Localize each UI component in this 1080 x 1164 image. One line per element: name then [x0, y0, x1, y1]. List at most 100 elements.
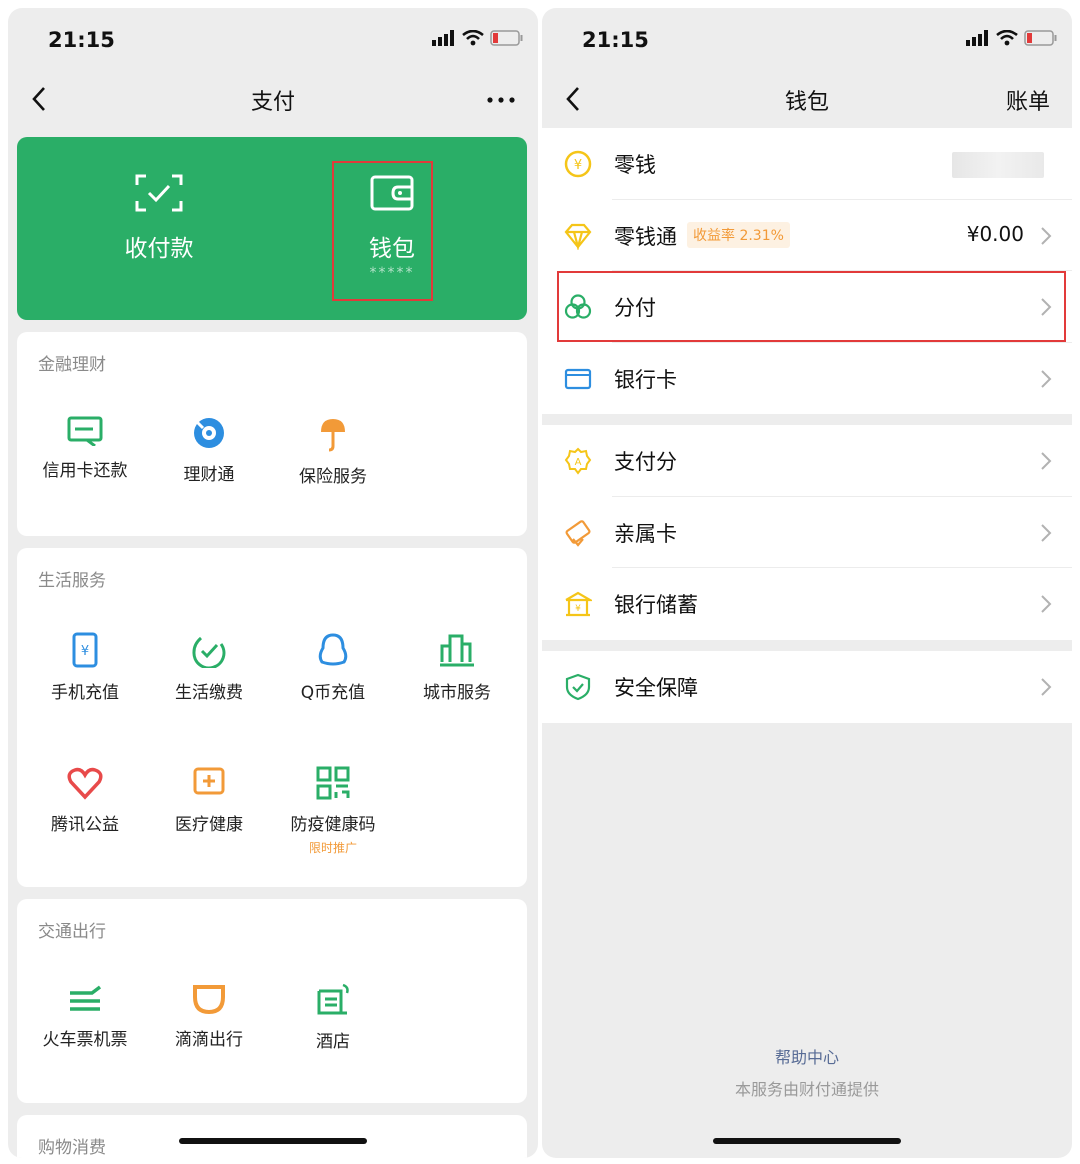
row-change[interactable]: ¥ 零钱: [542, 128, 1072, 200]
grid-item-insurance[interactable]: 保险服务: [271, 416, 395, 487]
grid-item-label: 保险服务: [299, 467, 367, 487]
scan-check-icon: [135, 174, 183, 212]
train-plane-icon: [70, 985, 102, 1011]
row-label: 银行卡: [614, 367, 677, 392]
chevron-right-icon: [1041, 678, 1052, 696]
credit-card-repay-icon: [67, 416, 103, 446]
wallet-services-group: A 支付分 亲属卡 ¥ 银行储蓄: [542, 425, 1072, 640]
transport-section: 交通出行 火车票机票 滴滴出行 酒店: [17, 899, 527, 1103]
row-pay-score[interactable]: A 支付分: [542, 425, 1072, 497]
chevron-right-icon: [1041, 523, 1052, 542]
qr-code-icon: [316, 766, 350, 800]
grid-item-label: 火车票机票: [42, 1030, 128, 1050]
grid-item-healthcare[interactable]: 医疗健康: [147, 766, 271, 835]
yield-badge: 收益率 2.31%: [687, 221, 790, 248]
nav-bar: 支付: [8, 70, 538, 128]
finance-section: 金融理财 信用卡还款 理财通 保险服务: [17, 332, 527, 536]
row-bank-card[interactable]: 银行卡: [542, 343, 1072, 415]
row-label: 亲属卡: [614, 521, 677, 546]
grid-item-health-code[interactable]: 防疫健康码 限时推广: [271, 766, 395, 856]
shield-icon: [565, 673, 591, 701]
security-group: 安全保障: [542, 651, 1072, 723]
receive-pay-label: 收付款: [124, 236, 194, 262]
insurance-icon: [321, 419, 345, 452]
grid-item-label: 医疗健康: [175, 815, 243, 835]
wifi-icon: [462, 30, 484, 46]
bank-card-icon: [564, 368, 592, 389]
shopping-section: 购物消费: [17, 1115, 527, 1158]
qq-penguin-icon: [318, 633, 348, 666]
grid-item-label: 理财通: [183, 465, 235, 485]
home-indicator[interactable]: [179, 1138, 367, 1144]
status-time: 21:15: [48, 28, 115, 52]
grid-item-utilities[interactable]: 生活缴费: [147, 632, 271, 703]
signal-icon: [432, 30, 454, 46]
home-indicator[interactable]: [713, 1138, 901, 1144]
section-title: 交通出行: [38, 922, 106, 942]
grid-item-train-flight[interactable]: 火车票机票: [23, 983, 147, 1050]
row-bank-savings[interactable]: ¥ 银行储蓄: [542, 568, 1072, 640]
hotel-bed-icon: [317, 983, 349, 1015]
family-card-icon: [565, 519, 591, 547]
grid-item-licaitong[interactable]: 理财通: [147, 416, 271, 485]
signal-icon: [966, 30, 988, 46]
chevron-right-icon: [1041, 369, 1052, 388]
didi-icon: [193, 985, 225, 1015]
grid-item-qcoin-topup[interactable]: Q币充值: [271, 632, 395, 703]
grid-item-label: 腾讯公益: [51, 815, 119, 835]
grid-item-credit-card-repay[interactable]: 信用卡还款: [23, 416, 147, 481]
row-label: 支付分: [614, 450, 677, 474]
help-center-link[interactable]: 帮助中心: [542, 1044, 1072, 1068]
city-buildings-icon: [440, 634, 474, 667]
payment-card: 收付款 钱包 *****: [17, 137, 527, 320]
row-value: ¥0.00: [966, 221, 1024, 246]
wallet-screen: 21:15 钱包 账单 ¥ 零钱 零钱通 收益率 2.31% ¥0.00 分付 …: [542, 8, 1072, 1158]
grid-item-didi[interactable]: 滴滴出行: [147, 983, 271, 1050]
grid-item-label: 防疫健康码: [290, 815, 376, 835]
grid-item-label: 滴滴出行: [175, 1030, 243, 1050]
grid-item-mobile-topup[interactable]: ¥ 手机充值: [23, 632, 147, 703]
svg-text:A: A: [575, 457, 582, 468]
row-family-card[interactable]: 亲属卡: [542, 497, 1072, 568]
grid-item-label: 信用卡还款: [42, 461, 128, 481]
life-services-section: 生活服务 ¥ 手机充值 生活缴费 Q币充值 城市服务 腾讯公益 医疗健康 防疫健…: [17, 548, 527, 887]
grid-item-hotel[interactable]: 酒店: [271, 983, 395, 1052]
chevron-right-icon: [1041, 595, 1052, 613]
svg-text:¥: ¥: [81, 644, 89, 659]
section-title: 购物消费: [38, 1138, 106, 1158]
grid-item-label: Q币充值: [300, 683, 366, 703]
status-bar: 21:15: [542, 8, 1072, 70]
nav-bar: 钱包 账单: [542, 70, 1072, 128]
bank-building-icon: ¥: [565, 591, 592, 617]
hidden-balance: [952, 152, 1044, 178]
svg-text:¥: ¥: [574, 158, 582, 173]
row-label: 安全保障: [614, 676, 698, 700]
grid-item-label: 生活缴费: [175, 683, 243, 703]
row-label: 银行储蓄: [614, 593, 698, 617]
status-bar: 21:15: [8, 8, 538, 70]
phone-topup-icon: ¥: [72, 632, 98, 668]
grid-item-label: 酒店: [316, 1032, 350, 1052]
grid-item-label: 城市服务: [423, 683, 491, 703]
row-label: 零钱通: [614, 224, 677, 249]
section-title: 生活服务: [38, 571, 106, 591]
licaitong-icon: [194, 418, 224, 448]
section-title: 金融理财: [38, 355, 106, 375]
battery-icon: [490, 30, 523, 46]
chevron-right-icon: [1041, 452, 1052, 470]
row-label: 零钱: [614, 153, 656, 177]
receive-pay-button[interactable]: 收付款: [89, 173, 229, 263]
grid-item-tencent-charity[interactable]: 腾讯公益: [23, 766, 147, 835]
payment-screen: 21:15 支付 收付款 钱包 ***** 金融理财 信用卡还款 理财通 保险服…: [8, 8, 538, 1158]
row-change-plus[interactable]: 零钱通 收益率 2.31% ¥0.00: [542, 200, 1072, 271]
pay-score-icon: A: [564, 447, 592, 475]
more-icon[interactable]: [484, 84, 518, 114]
row-security[interactable]: 安全保障: [542, 651, 1072, 723]
battery-icon: [1024, 30, 1057, 46]
grid-item-city-services[interactable]: 城市服务: [395, 632, 519, 703]
highlight-box: [557, 271, 1066, 342]
diamond-icon: [564, 223, 592, 250]
promo-label: 限时推广: [308, 841, 357, 855]
provider-note: 本服务由财付通提供: [734, 1080, 879, 1099]
bills-button[interactable]: 账单: [1006, 84, 1050, 116]
